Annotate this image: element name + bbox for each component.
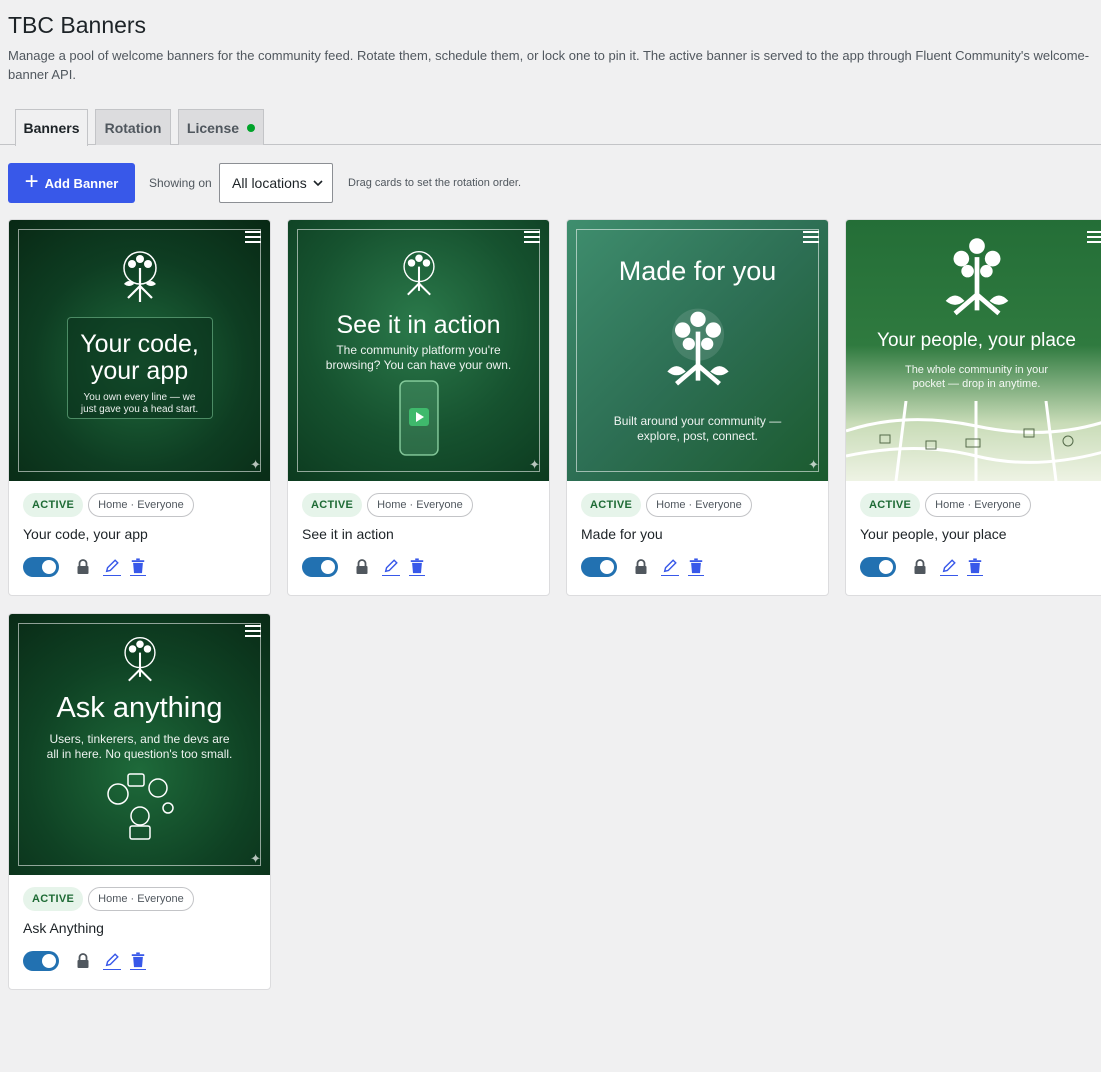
enable-toggle[interactable] bbox=[302, 557, 338, 577]
banner-card[interactable]: See it in action The community platform … bbox=[287, 219, 550, 596]
tab-banners[interactable]: Banners bbox=[15, 109, 88, 146]
lock-icon[interactable] bbox=[913, 559, 927, 575]
banner-preview: Made for you Built around your community… bbox=[567, 220, 828, 481]
toggle-knob bbox=[321, 560, 335, 574]
lock-icon[interactable] bbox=[355, 559, 369, 575]
drag-handle-icon[interactable] bbox=[245, 625, 261, 637]
sparkle-icon: ✦ bbox=[808, 457, 819, 472]
enable-toggle[interactable] bbox=[581, 557, 617, 577]
location-badge: Home · Everyone bbox=[925, 493, 1031, 517]
chevron-down-icon bbox=[313, 180, 323, 187]
drag-handle-icon[interactable] bbox=[803, 231, 819, 243]
banner-frame bbox=[18, 229, 261, 472]
location-select-value: All locations bbox=[232, 175, 307, 191]
location-badge: Home · Everyone bbox=[367, 493, 473, 517]
enable-toggle[interactable] bbox=[860, 557, 896, 577]
town-map-graphic bbox=[846, 401, 1101, 481]
banner-card[interactable]: Ask anything Users, tinkerers, and the d… bbox=[8, 613, 271, 990]
card-title: Your people, your place bbox=[860, 526, 1007, 542]
banner-subtitle-line: pocket — drop in anytime. bbox=[912, 378, 1041, 390]
tab-license[interactable]: License bbox=[178, 109, 264, 145]
trash-icon[interactable] bbox=[409, 558, 425, 576]
card-badges: ACTIVE Home · Everyone bbox=[581, 493, 752, 517]
toggle-knob bbox=[42, 954, 56, 968]
edit-pencil-icon[interactable] bbox=[382, 558, 400, 576]
location-badge: Home · Everyone bbox=[88, 493, 194, 517]
sparkle-icon: ✦ bbox=[529, 457, 540, 472]
trash-icon[interactable] bbox=[130, 558, 146, 576]
enable-toggle[interactable] bbox=[23, 557, 59, 577]
add-banner-button[interactable]: + Add Banner bbox=[8, 163, 135, 203]
banner-card[interactable]: Your code, your app You own every line —… bbox=[8, 219, 271, 596]
status-badge: ACTIVE bbox=[23, 887, 84, 911]
showing-on-label: Showing on bbox=[149, 176, 212, 190]
banner-card[interactable]: Your people, your place The whole commun… bbox=[845, 219, 1101, 596]
card-title: Made for you bbox=[581, 526, 663, 542]
banner-subtitle-line: The whole community in your bbox=[904, 364, 1049, 376]
banner-headline: Your people, your place bbox=[877, 330, 1076, 351]
trash-icon[interactable] bbox=[130, 952, 146, 970]
banner-preview: See it in action The community platform … bbox=[288, 220, 549, 481]
toggle-knob bbox=[42, 560, 56, 574]
toggle-knob bbox=[879, 560, 893, 574]
page-title: TBC Banners bbox=[8, 12, 147, 38]
lock-icon[interactable] bbox=[76, 953, 90, 969]
sparkle-icon: ✦ bbox=[250, 457, 261, 472]
banner-frame bbox=[18, 623, 261, 866]
edit-pencil-icon[interactable] bbox=[103, 952, 121, 970]
edit-pencil-icon[interactable] bbox=[103, 558, 121, 576]
status-badge: ACTIVE bbox=[860, 493, 921, 517]
lock-icon[interactable] bbox=[76, 559, 90, 575]
drag-hint: Drag cards to set the rotation order. bbox=[348, 177, 522, 189]
card-actions bbox=[860, 557, 1060, 579]
banner-subtitle: The whole community in your pocket — dro… bbox=[846, 363, 1101, 391]
trash-icon[interactable] bbox=[688, 558, 704, 576]
banner-preview: Your code, your app You own every line —… bbox=[9, 220, 270, 481]
enable-toggle[interactable] bbox=[23, 951, 59, 971]
tab-banners-label: Banners bbox=[23, 120, 80, 136]
drag-handle-icon[interactable] bbox=[524, 231, 540, 243]
status-badge: ACTIVE bbox=[23, 493, 84, 517]
drag-handle-icon[interactable] bbox=[245, 231, 261, 243]
banner-frame bbox=[297, 229, 540, 472]
toggle-knob bbox=[600, 560, 614, 574]
card-title: Ask Anything bbox=[23, 920, 104, 936]
location-select[interactable]: All locations bbox=[219, 163, 333, 203]
license-status-dot bbox=[247, 123, 256, 132]
status-badge: ACTIVE bbox=[302, 493, 363, 517]
plus-icon: + bbox=[24, 167, 39, 195]
tab-license-label: License bbox=[186, 119, 240, 136]
tab-rotation[interactable]: Rotation bbox=[95, 109, 171, 145]
card-badges: ACTIVE Home · Everyone bbox=[302, 493, 473, 517]
drag-handle-icon[interactable] bbox=[1087, 231, 1101, 243]
card-badges: ACTIVE Home · Everyone bbox=[23, 493, 194, 517]
location-badge: Home · Everyone bbox=[646, 493, 752, 517]
card-title: See it in action bbox=[302, 526, 394, 542]
sparkle-icon: ✦ bbox=[250, 851, 261, 866]
card-actions bbox=[23, 557, 223, 579]
trash-icon[interactable] bbox=[967, 558, 983, 576]
card-actions bbox=[581, 557, 781, 579]
card-title: Your code, your app bbox=[23, 526, 148, 542]
edit-pencil-icon[interactable] bbox=[940, 558, 958, 576]
add-banner-label: Add Banner bbox=[44, 175, 119, 191]
status-badge: ACTIVE bbox=[581, 493, 642, 517]
card-badges: ACTIVE Home · Everyone bbox=[23, 887, 194, 911]
toolbar: + Add Banner Showing on All locations Dr… bbox=[8, 163, 1098, 203]
card-badges: ACTIVE Home · Everyone bbox=[860, 493, 1031, 517]
location-badge: Home · Everyone bbox=[88, 887, 194, 911]
edit-pencil-icon[interactable] bbox=[661, 558, 679, 576]
tab-bar: Banners Rotation License bbox=[0, 109, 1101, 146]
banner-preview: Ask anything Users, tinkerers, and the d… bbox=[9, 614, 270, 875]
banner-card[interactable]: Made for you Built around your community… bbox=[566, 219, 829, 596]
tab-rotation-label: Rotation bbox=[104, 119, 162, 136]
lock-icon[interactable] bbox=[634, 559, 648, 575]
card-actions bbox=[23, 951, 223, 973]
card-actions bbox=[302, 557, 502, 579]
page-description: Manage a pool of welcome banners for the… bbox=[8, 48, 1090, 82]
banner-frame bbox=[576, 229, 819, 472]
banner-preview: Your people, your place The whole commun… bbox=[846, 220, 1101, 481]
tree-logo-icon bbox=[945, 238, 1009, 316]
